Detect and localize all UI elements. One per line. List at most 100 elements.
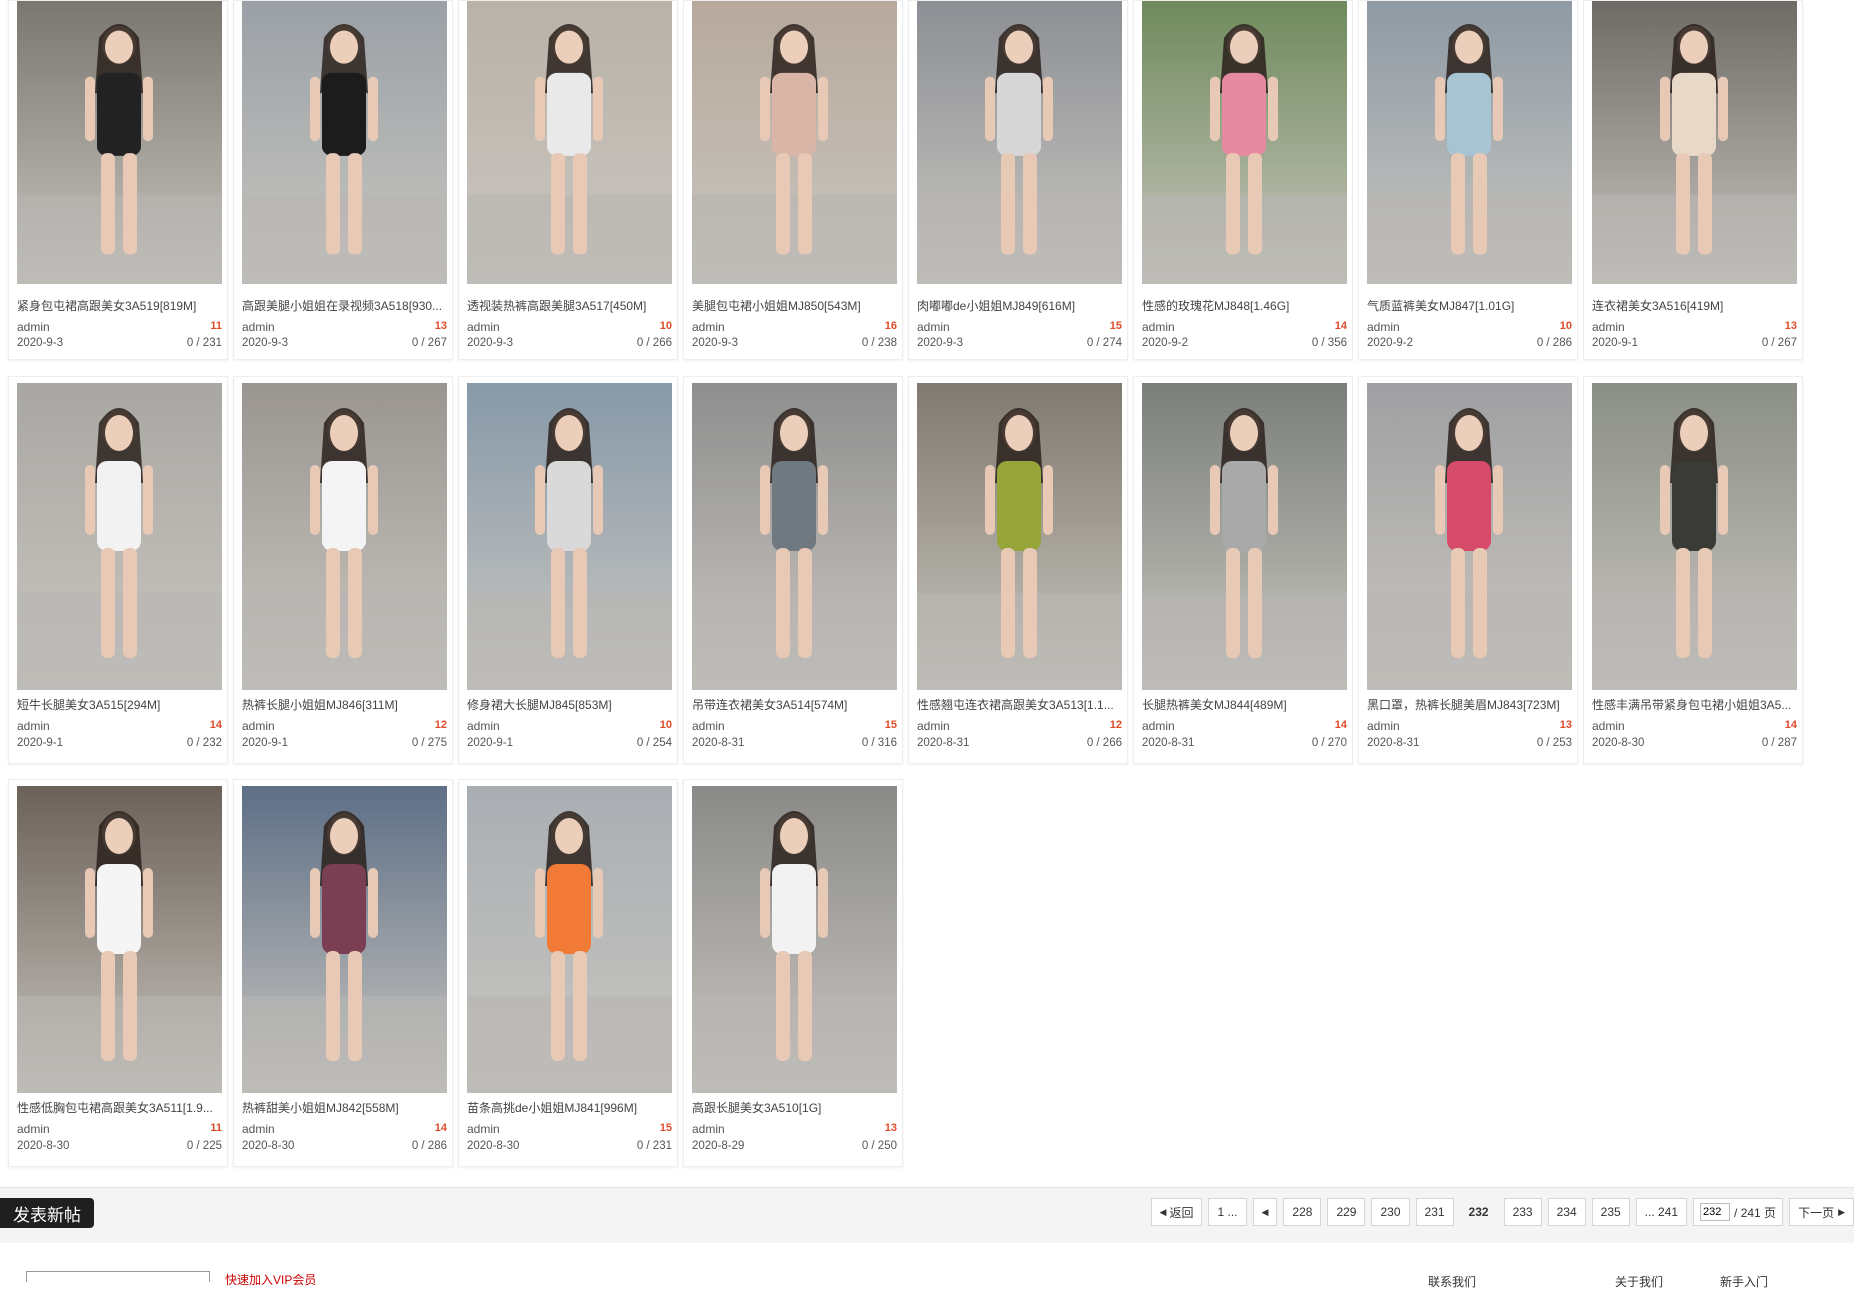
thread-thumbnail[interactable] xyxy=(242,786,447,1093)
thread-card[interactable]: 短牛长腿美女3A515[294M] admin 14 2020-9-1 0 / 232 xyxy=(8,376,228,764)
page-link[interactable]: 235 xyxy=(1591,1198,1630,1226)
thread-author[interactable]: admin xyxy=(242,320,275,334)
page-link[interactable]: 228 xyxy=(1283,1198,1322,1226)
thread-title[interactable]: 长腿热裤美女MJ844[489M] xyxy=(1142,696,1347,713)
thread-thumbnail[interactable] xyxy=(467,786,672,1093)
thread-author[interactable]: admin xyxy=(692,320,725,334)
page-jump: / 241 页 xyxy=(1693,1198,1784,1226)
thread-author[interactable]: admin xyxy=(917,719,950,733)
thread-thumbnail[interactable] xyxy=(242,383,447,690)
footer-link-guide[interactable]: 新手入门 xyxy=(1720,1273,1768,1290)
thread-thumbnail[interactable] xyxy=(467,1,672,284)
thread-title[interactable]: 苗条高挑de小姐姐MJ841[996M] xyxy=(467,1099,672,1116)
thread-thumbnail[interactable] xyxy=(692,383,897,690)
thread-thumbnail[interactable] xyxy=(17,383,222,690)
thread-title[interactable]: 美腿包屯裙小姐姐MJ850[543M] xyxy=(692,297,897,314)
page-link[interactable]: 234 xyxy=(1547,1198,1586,1226)
thread-title[interactable]: 性感的玫瑰花MJ848[1.46G] xyxy=(1142,297,1347,314)
thread-title[interactable]: 修身裙大长腿MJ845[853M] xyxy=(467,696,672,713)
thread-card[interactable]: 热裤长腿小姐姐MJ846[311M] admin 12 2020-9-1 0 / 275 xyxy=(233,376,453,764)
thread-thumbnail[interactable] xyxy=(242,1,447,284)
thread-author[interactable]: admin xyxy=(1367,719,1400,733)
thread-author[interactable]: admin xyxy=(692,1122,725,1136)
thread-thumbnail[interactable] xyxy=(917,1,1122,284)
thread-title[interactable]: 性感丰满吊带紧身包屯裙小姐姐3A5... xyxy=(1592,696,1797,713)
thread-author[interactable]: admin xyxy=(1142,719,1175,733)
thread-author[interactable]: admin xyxy=(467,320,500,334)
thread-card[interactable]: 高跟美腿小姐姐在录视频3A518[930... admin 13 2020-9-3 0 … xyxy=(233,0,453,360)
first-page-link[interactable]: 1 ... xyxy=(1208,1198,1247,1226)
thread-card[interactable]: 美腿包屯裙小姐姐MJ850[543M] admin 16 2020-9-3 0 / 23… xyxy=(683,0,903,360)
thread-card[interactable]: 性感的玫瑰花MJ848[1.46G] admin 14 2020-9-2 0 / 356 xyxy=(1133,0,1353,360)
back-button[interactable]: ◀ 返回 xyxy=(1150,1198,1203,1226)
thread-thumbnail[interactable] xyxy=(467,383,672,690)
next-page-button[interactable]: 下一页 ▶ xyxy=(1789,1198,1854,1226)
thread-author[interactable]: admin xyxy=(692,719,725,733)
thread-thumbnail[interactable] xyxy=(17,1,222,284)
thread-card[interactable]: 苗条高挑de小姐姐MJ841[996M] admin 15 2020-8-30 0 / … xyxy=(458,779,678,1167)
thread-card[interactable]: 长腿热裤美女MJ844[489M] admin 14 2020-8-31 0 / 270 xyxy=(1133,376,1353,764)
thread-title[interactable]: 吊带连衣裙美女3A514[574M] xyxy=(692,696,897,713)
thread-title[interactable]: 气质蓝裤美女MJ847[1.01G] xyxy=(1367,297,1572,314)
thread-thumbnail[interactable] xyxy=(692,786,897,1093)
thread-title[interactable]: 性感翘屯连衣裙高跟美女3A513[1.1... xyxy=(917,696,1122,713)
thread-stats: 0 / 232 xyxy=(186,737,222,749)
thread-card[interactable]: 性感低胸包屯裙高跟美女3A511[1.9... admin 11 2020-8-30 0… xyxy=(8,779,228,1167)
thread-card[interactable]: 连衣裙美女3A516[419M] admin 13 2020-9-1 0 / 267 xyxy=(1583,0,1803,360)
thread-author[interactable]: admin xyxy=(1367,320,1400,334)
page-link[interactable]: 233 xyxy=(1503,1198,1542,1226)
thread-title[interactable]: 高跟长腿美女3A510[1G] xyxy=(692,1099,897,1116)
thread-title[interactable]: 肉嘟嘟de小姐姐MJ849[616M] xyxy=(917,297,1122,314)
thread-card[interactable]: 修身裙大长腿MJ845[853M] admin 10 2020-9-1 0 / 254 xyxy=(458,376,678,764)
thread-title[interactable]: 紧身包屯裙高跟美女3A519[819M] xyxy=(17,297,222,314)
page-link[interactable]: 230 xyxy=(1371,1198,1410,1226)
last-page-link[interactable]: ... 241 xyxy=(1635,1198,1688,1226)
thread-card[interactable]: 吊带连衣裙美女3A514[574M] admin 15 2020-8-31 0 / 31… xyxy=(683,376,903,764)
footer-link-contact[interactable]: 联系我们 xyxy=(1428,1273,1476,1290)
thread-thumbnail[interactable] xyxy=(17,786,222,1093)
thread-thumbnail[interactable] xyxy=(1592,383,1797,690)
new-post-button[interactable]: 发表新帖 xyxy=(0,1198,94,1228)
page-input[interactable] xyxy=(1700,1203,1731,1221)
thread-author[interactable]: admin xyxy=(17,320,50,334)
thread-title[interactable]: 短牛长腿美女3A515[294M] xyxy=(17,696,222,713)
thread-thumbnail[interactable] xyxy=(1367,383,1572,690)
footer-link-about[interactable]: 关于我们 xyxy=(1615,1273,1663,1290)
thread-card[interactable]: 高跟长腿美女3A510[1G] admin 13 2020-8-29 0 / 250 xyxy=(683,779,903,1167)
thread-author[interactable]: admin xyxy=(467,719,500,733)
thread-author[interactable]: admin xyxy=(242,1122,275,1136)
thread-card[interactable]: 性感丰满吊带紧身包屯裙小姐姐3A5... admin 14 2020-8-30 0 / … xyxy=(1583,376,1803,764)
thread-title[interactable]: 热裤甜美小姐姐MJ842[558M] xyxy=(242,1099,447,1116)
thread-title[interactable]: 黑口罩，热裤长腿美眉MJ843[723M] xyxy=(1367,696,1572,713)
thread-title[interactable]: 高跟美腿小姐姐在录视频3A518[930... xyxy=(242,297,447,314)
thread-card[interactable]: 性感翘屯连衣裙高跟美女3A513[1.1... admin 12 2020-8-31 0… xyxy=(908,376,1128,764)
thread-title[interactable]: 性感低胸包屯裙高跟美女3A511[1.9... xyxy=(17,1099,222,1116)
page-link[interactable]: 229 xyxy=(1327,1198,1366,1226)
thread-author[interactable]: admin xyxy=(917,320,950,334)
thread-author[interactable]: admin xyxy=(17,1122,50,1136)
thread-card[interactable]: 肉嘟嘟de小姐姐MJ849[616M] admin 15 2020-9-3 0 / 27… xyxy=(908,0,1128,360)
thread-thumbnail[interactable] xyxy=(917,383,1122,690)
thread-thumbnail[interactable] xyxy=(1592,1,1797,284)
thread-author[interactable]: admin xyxy=(1142,320,1175,334)
thread-card[interactable]: 热裤甜美小姐姐MJ842[558M] admin 14 2020-8-30 0 / 28… xyxy=(233,779,453,1167)
thread-title[interactable]: 透视装热裤高跟美腿3A517[450M] xyxy=(467,297,672,314)
thread-author[interactable]: admin xyxy=(1592,320,1625,334)
vip-link[interactable]: 快速加入VIP会员 xyxy=(225,1271,316,1288)
thread-title[interactable]: 热裤长腿小姐姐MJ846[311M] xyxy=(242,696,447,713)
thread-thumbnail[interactable] xyxy=(1142,1,1347,284)
thread-card[interactable]: 气质蓝裤美女MJ847[1.01G] admin 10 2020-9-2 0 / 286 xyxy=(1358,0,1578,360)
thread-card[interactable]: 紧身包屯裙高跟美女3A519[819M] admin 11 2020-9-3 0 / 2… xyxy=(8,0,228,360)
thread-author[interactable]: admin xyxy=(467,1122,500,1136)
thread-thumbnail[interactable] xyxy=(692,1,897,284)
thread-card[interactable]: 黑口罩，热裤长腿美眉MJ843[723M] admin 13 2020-8-31 0 /… xyxy=(1358,376,1578,764)
thread-card[interactable]: 透视装热裤高跟美腿3A517[450M] admin 10 2020-9-3 0 / 2… xyxy=(458,0,678,360)
thread-author[interactable]: admin xyxy=(17,719,50,733)
prev-page-button[interactable]: ◀ xyxy=(1252,1198,1278,1226)
thread-thumbnail[interactable] xyxy=(1142,383,1347,690)
thread-author[interactable]: admin xyxy=(1592,719,1625,733)
page-link[interactable]: 231 xyxy=(1415,1198,1454,1226)
thread-author[interactable]: admin xyxy=(242,719,275,733)
thread-title[interactable]: 连衣裙美女3A516[419M] xyxy=(1592,297,1797,314)
thread-thumbnail[interactable] xyxy=(1367,1,1572,284)
